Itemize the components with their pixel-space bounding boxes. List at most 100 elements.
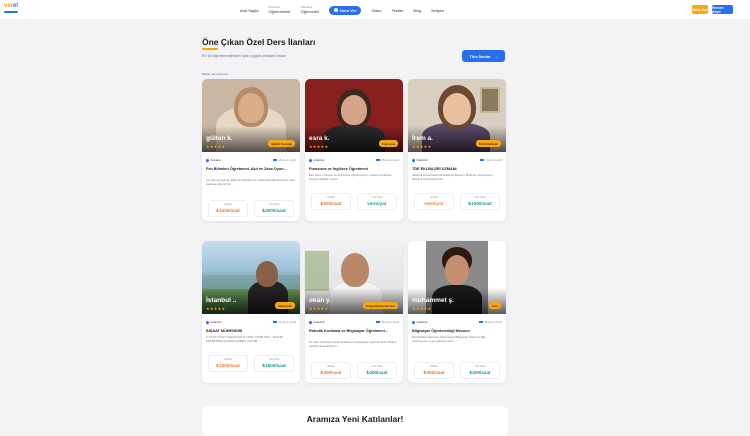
logo-underline <box>4 11 18 13</box>
listing-card[interactable]: gülten k. ★★★★★ Eğitim Koçluğu Ankara 15… <box>202 79 300 221</box>
face-price-box: Yüz Yüze vermiyor <box>357 193 397 210</box>
listing-card[interactable]: İrem a. ★★★★★ Türk Edebiyatı İstanbul 3 … <box>408 79 506 221</box>
listing-description: Ben Esra, İngilizce ve Fransızca öğretme… <box>309 173 392 181</box>
teacher-name: muhammet ş. <box>412 297 454 304</box>
listing-title[interactable]: İNŞAAT MÜHENDİSİ <box>206 329 296 334</box>
card-meta: İstanbul 45 ders verdi <box>308 319 399 326</box>
logo-text-b: el <box>13 3 19 9</box>
nav-video[interactable]: Video <box>371 8 381 13</box>
location-icon <box>205 157 210 163</box>
listing-description: 10 yıllık tecrübeli robotik kodlama ve b… <box>309 340 397 348</box>
section-title: Öne Çıkan Özel Ders İlanları <box>202 37 316 47</box>
rating-stars: ★★★★★ <box>412 306 432 311</box>
listing-description: 3 YKS/TYT/AYT GEÇİŞ KAYIT / MSÜ YE BİLGİ… <box>206 335 283 343</box>
online-price-box: Online ₺400/saat <box>311 362 351 379</box>
plus-icon <box>334 8 339 12</box>
nav-give-lesson-button[interactable]: Ders Ver <box>329 5 362 15</box>
card-meta: İstanbul 11 ders verdi <box>205 319 296 326</box>
subject-badge: Eğitim Koçluğu <box>268 140 295 147</box>
listing-title[interactable]: Bilgisayar Öğretmenliği Mezunu <box>412 329 502 334</box>
nav-students[interactable]: Özel Ders Öğrenciler <box>301 6 319 14</box>
graduation-cap-icon <box>375 320 380 324</box>
subject-badge: Java <box>488 302 501 309</box>
lesson-count: 45 ders verdi <box>381 320 399 324</box>
listing-description: Merhabalar Marmara Üniversitesi Bilgisay… <box>412 335 486 343</box>
location-icon <box>411 319 416 325</box>
location-icon <box>308 157 313 163</box>
site-logo[interactable]: verel <box>3 3 19 17</box>
nav-tests[interactable]: Testler <box>392 8 404 13</box>
card-meta: İstanbul 3 ders verdi <box>411 157 502 164</box>
graduation-cap-icon <box>272 320 277 324</box>
card-meta: İstanbul 25 ders verdi <box>308 157 399 164</box>
location-icon <box>411 157 416 163</box>
online-price-box: Online vermiyor <box>414 193 454 210</box>
listing-card[interactable]: İstanbul .. ★★★★★ Matematik İstanbul 11 … <box>202 241 300 383</box>
graduation-cap-icon <box>480 158 485 162</box>
listing-title[interactable]: Fransızca ve İngilizce Öğretmeni <box>309 167 399 172</box>
city: İstanbul <box>416 158 428 162</box>
lesson-count: 15 ders verdi <box>278 158 296 162</box>
top-navbar: verel Ana Sayfa Özel Ders Öğretmenler Öze… <box>0 0 750 20</box>
title-underline <box>202 48 218 50</box>
new-members-section: Aramıza Yeni Katılanlar! <box>202 406 508 436</box>
teacher-name: esra k. <box>309 135 330 142</box>
lesson-count: 48 ders verdi <box>484 320 502 324</box>
online-price-box: Online ₺1000/saat <box>208 355 248 372</box>
face-price-box: Yüz Yüze ₺400/saat <box>357 362 397 379</box>
nav-contact[interactable]: İletişim <box>431 8 443 13</box>
rating-stars: ★★★★★ <box>412 144 432 149</box>
teacher-name: okan y. <box>309 297 331 304</box>
login-button[interactable]: Giriş Yap <box>692 5 708 14</box>
location-icon <box>308 319 313 325</box>
listing-description: İstanbul Üniversitesi Dil Edebiyat Bölüm… <box>412 173 494 181</box>
section-hint: Başlık, ilan görmek ↓ <box>202 72 230 76</box>
listing-card[interactable]: okan y. ★★★★★ Programlama Dersleri İstan… <box>305 241 403 383</box>
city: İstanbul <box>416 320 428 324</box>
subject-badge: Türk Edebiyatı <box>475 140 501 147</box>
face-price-box: Yüz Yüze ₺1000/saat <box>460 193 500 210</box>
graduation-cap-icon <box>478 320 483 324</box>
face-price-box: Yüz Yüze ₺2000/saat <box>254 200 294 217</box>
listing-title[interactable]: TDE EKLİNLERİ UZMANI <box>412 167 502 172</box>
subject-badge: Programlama Dersleri <box>362 302 398 309</box>
online-price-box: Online ₺400/saat <box>414 362 454 379</box>
city: İstanbul <box>313 158 325 162</box>
nav-teachers[interactable]: Özel Ders Öğretmenler <box>268 6 290 14</box>
listing-description: 10 yıllık deneyime sahip fen bilimleri v… <box>206 178 295 186</box>
card-meta: İstanbul 48 ders verdi <box>411 319 502 326</box>
section-subtitle: En iyi öğretmenlerden size uygun dersler… <box>202 53 287 58</box>
rating-stars: ★★★★★ <box>309 144 329 149</box>
all-listings-button[interactable]: Tüm İlanlar → <box>462 50 505 62</box>
graduation-cap-icon <box>272 158 277 162</box>
new-members-title: Aramıza Yeni Katılanlar! <box>306 414 404 424</box>
listing-title[interactable]: Fen Bilimleri Öğretmeni, Akıl ve Zeka Oy… <box>206 167 296 172</box>
teacher-name: gülten k. <box>206 135 233 142</box>
lesson-count: 25 ders verdi <box>381 158 399 162</box>
lesson-count: 11 ders verdi <box>278 320 296 324</box>
city: İstanbul <box>210 320 222 324</box>
teacher-name: İrem a. <box>412 135 433 142</box>
subject-badge: Fransızca <box>379 140 398 147</box>
graduation-cap-icon <box>375 158 380 162</box>
signup-button[interactable]: Hemen Kayıt <box>712 5 733 14</box>
arrow-right-icon: → <box>493 53 498 59</box>
listing-card[interactable]: muhammet ş. ★★★★★ Java İstanbul 48 ders … <box>408 241 506 383</box>
subject-badge: Matematik <box>275 302 295 309</box>
logo-text-a: ver <box>3 3 13 9</box>
listing-title[interactable]: Robotik Kodlama ve Bilgisayar Öğretmeni.… <box>309 329 399 334</box>
rating-stars: ★★★★★ <box>206 144 226 149</box>
teacher-name: İstanbul .. <box>206 297 237 304</box>
online-price-box: Online ₺1000/saat <box>208 200 248 217</box>
listing-card[interactable]: esra k. ★★★★★ Fransızca İstanbul 25 ders… <box>305 79 403 221</box>
nav-links: Ana Sayfa Özel Ders Öğretmenler Özel Ders… <box>240 0 444 20</box>
nav-home[interactable]: Ana Sayfa <box>240 8 258 13</box>
rating-stars: ★★★★★ <box>309 306 329 311</box>
location-icon <box>205 319 210 325</box>
city: İstanbul <box>313 320 325 324</box>
online-price-box: Online ₺500/saat <box>311 193 351 210</box>
card-meta: Ankara 15 ders verdi <box>205 157 296 164</box>
nav-blog[interactable]: Blog <box>413 8 421 13</box>
lesson-count: 3 ders verdi <box>485 158 502 162</box>
city: Ankara <box>210 158 221 162</box>
